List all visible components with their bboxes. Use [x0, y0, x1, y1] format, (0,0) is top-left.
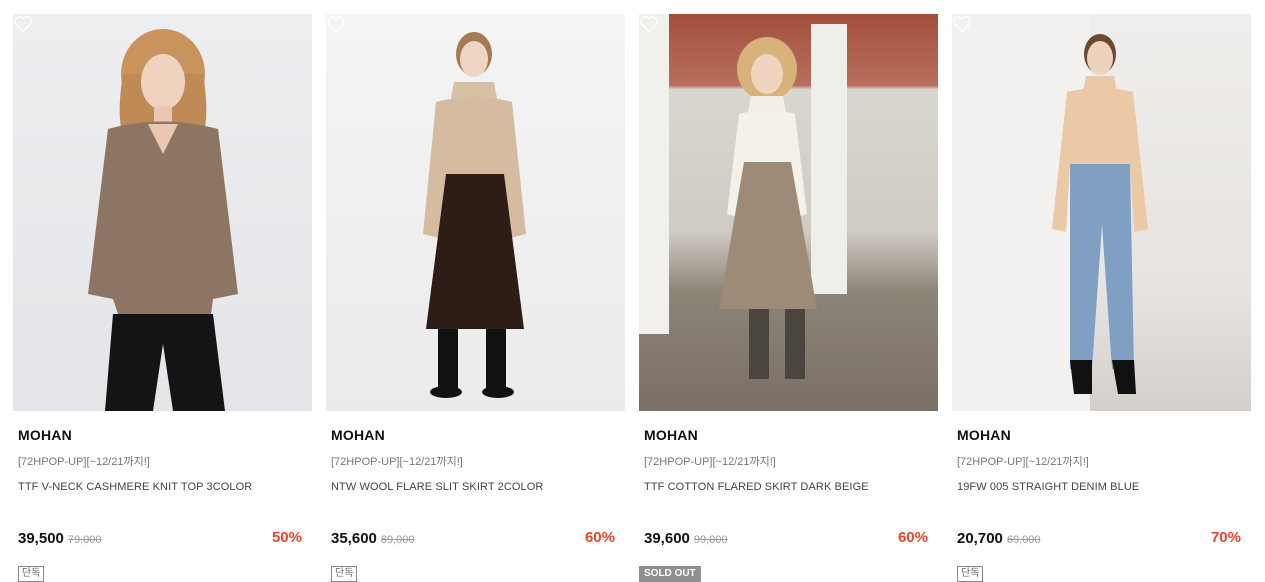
badge-row: 단독 [957, 563, 1246, 582]
promo-text: [72HPOP-UP][~12/21까지!] [644, 456, 776, 468]
promo-text: [72HPOP-UP][~12/21까지!] [18, 456, 150, 468]
sale-price: 39,600 [644, 530, 690, 547]
brand-name[interactable]: MOHAN [18, 427, 307, 443]
heart-outline-icon[interactable] [639, 14, 659, 34]
product-image[interactable] [13, 14, 312, 411]
heart-outline-icon[interactable] [13, 14, 33, 34]
badge-row: 단독 [18, 563, 307, 582]
product-card[interactable]: MOHAN [72HPOP-UP][~12/21까지!] 19FW 005 ST… [952, 14, 1251, 582]
exclusive-badge: 단독 [957, 566, 984, 582]
brand-name[interactable]: MOHAN [331, 427, 620, 443]
model-photo-illustration [952, 14, 1148, 411]
sale-price: 20,700 [957, 530, 1003, 547]
badge-row: SOLD OUT [639, 563, 933, 582]
model-photo-illustration [639, 14, 847, 379]
model-photo-illustration [423, 32, 526, 398]
product-card[interactable]: MOHAN [72HPOP-UP][~12/21까지!] NTW WOOL FL… [326, 14, 625, 582]
exclusive-badge: 단독 [18, 566, 45, 582]
price-row: 20,700 69,000 70% [957, 529, 1246, 547]
sold-out-badge: SOLD OUT [639, 566, 701, 582]
product-grid: MOHAN [72HPOP-UP][~12/21까지!] TTF V-NECK … [13, 14, 1251, 582]
product-card[interactable]: MOHAN [72HPOP-UP][~12/21까지!] TTF COTTON … [639, 14, 938, 582]
exclusive-badge: 단독 [331, 566, 358, 582]
product-info: MOHAN [72HPOP-UP][~12/21까지!] NTW WOOL FL… [326, 427, 625, 582]
original-price: 89,000 [380, 534, 415, 546]
product-info: MOHAN [72HPOP-UP][~12/21까지!] 19FW 005 ST… [952, 427, 1251, 582]
model-photo-illustration [88, 29, 238, 411]
product-name[interactable]: TTF COTTON FLARED SKIRT DARK BEIGE [644, 481, 933, 493]
product-image[interactable] [952, 14, 1251, 411]
brand-name[interactable]: MOHAN [957, 427, 1246, 443]
original-price: 79,000 [67, 534, 102, 546]
price-row: 39,600 99,000 60% [644, 529, 933, 547]
product-name[interactable]: 19FW 005 STRAIGHT DENIM BLUE [957, 481, 1246, 493]
heart-outline-icon[interactable] [326, 14, 346, 34]
discount-rate: 50% [271, 529, 302, 546]
discount-rate: 60% [584, 529, 615, 546]
heart-outline-icon[interactable] [952, 14, 972, 34]
price-row: 35,600 89,000 60% [331, 529, 620, 547]
product-image[interactable] [639, 14, 938, 411]
brand-name[interactable]: MOHAN [644, 427, 933, 443]
original-price: 99,000 [693, 534, 728, 546]
product-name[interactable]: TTF V-NECK CASHMERE KNIT TOP 3COLOR [18, 481, 307, 493]
product-name[interactable]: NTW WOOL FLARE SLIT SKIRT 2COLOR [331, 481, 620, 493]
product-card[interactable]: MOHAN [72HPOP-UP][~12/21까지!] TTF V-NECK … [13, 14, 312, 582]
discount-rate: 70% [1210, 529, 1241, 546]
original-price: 69,000 [1006, 534, 1041, 546]
discount-rate: 60% [897, 529, 928, 546]
promo-text: [72HPOP-UP][~12/21까지!] [331, 456, 463, 468]
product-info: MOHAN [72HPOP-UP][~12/21까지!] TTF V-NECK … [13, 427, 312, 582]
promo-text: [72HPOP-UP][~12/21까지!] [957, 456, 1089, 468]
badge-row: 단독 [331, 563, 620, 582]
price-row: 39,500 79,000 50% [18, 529, 307, 547]
sale-price: 35,600 [331, 530, 377, 547]
product-image[interactable] [326, 14, 625, 411]
sale-price: 39,500 [18, 530, 64, 547]
product-info: MOHAN [72HPOP-UP][~12/21까지!] TTF COTTON … [639, 427, 938, 582]
